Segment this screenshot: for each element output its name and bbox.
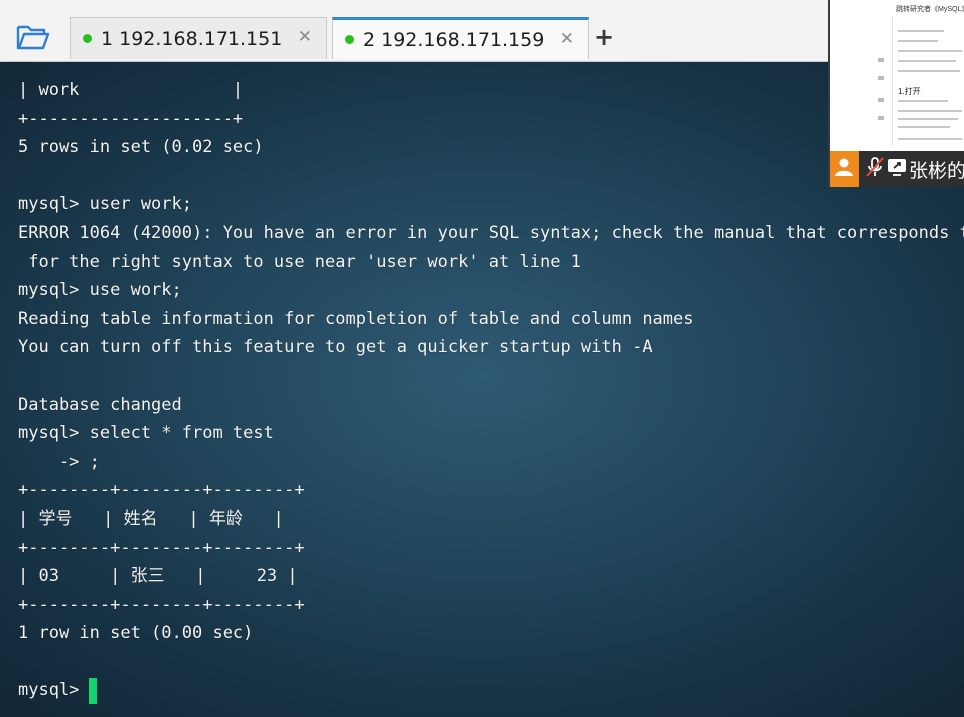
shared-doc-sidebar-mark	[878, 116, 884, 120]
terminal-line: 5 rows in set (0.02 sec)	[18, 137, 264, 158]
shared-doc-text	[898, 60, 956, 62]
close-tab-icon[interactable]: ✕	[560, 29, 574, 49]
terminal-prompt-line[interactable]: mysql>	[18, 676, 964, 705]
meeting-controls-bar: 张彬的	[830, 151, 964, 187]
meeting-overlay[interactable]: 跳转研究者《MySQL》 1.打开 张彬的	[828, 0, 964, 187]
terminal-line: +--------+--------+--------+	[18, 537, 305, 558]
terminal-lines: | work | +--------------------+ 5 rows i…	[18, 76, 964, 705]
terminal-line: -> ;	[18, 451, 100, 472]
presenter-name: 张彬的	[908, 159, 964, 182]
shared-doc-sidebar-mark	[878, 58, 884, 62]
connected-status-icon	[83, 34, 92, 43]
open-folder-button[interactable]	[14, 22, 52, 56]
shared-doc-text	[898, 100, 948, 102]
tab-session-2[interactable]: 2 192.168.171.159 ✕	[332, 17, 589, 59]
terminal-line: +--------------------+	[18, 108, 244, 129]
terminal-line: +--------+--------+--------+	[18, 594, 305, 615]
user-icon	[834, 157, 854, 182]
terminal-line: ERROR 1064 (42000): You have an error in…	[18, 222, 964, 243]
shared-doc-text	[898, 30, 944, 32]
terminal-line: | 03 | 张三 | 23 |	[18, 566, 298, 587]
terminal-line: 1 row in set (0.00 sec)	[18, 623, 254, 644]
close-tab-icon[interactable]: ✕	[298, 27, 312, 47]
terminal-line: Reading table information for completion…	[18, 308, 694, 329]
microphone-muted-icon	[865, 156, 885, 183]
tab-label: 1 192.168.171.151	[101, 27, 283, 50]
screen-share-icon	[887, 158, 907, 181]
shared-doc-text	[898, 40, 938, 42]
shared-doc-text	[898, 138, 962, 140]
shared-doc-text	[898, 126, 950, 128]
shared-doc-text	[898, 118, 958, 120]
terminal-line: Database changed	[18, 394, 182, 415]
mute-microphone-button[interactable]	[865, 151, 885, 187]
terminal-line: | 学号 | 姓名 | 年龄 |	[18, 508, 284, 529]
shared-doc-sidebar-mark	[878, 98, 884, 102]
terminal-line: mysql> select * from test	[18, 423, 274, 444]
terminal-line: | work |	[18, 80, 244, 100]
tab-label: 2 192.168.171.159	[363, 28, 545, 51]
shared-doc-text	[898, 70, 960, 72]
terminal-line: mysql> user work;	[18, 194, 192, 215]
terminal-line: for the right syntax to use near 'user w…	[18, 251, 581, 272]
shared-doc-title: 跳转研究者《MySQL》	[896, 6, 964, 13]
screen-share-button[interactable]	[887, 151, 907, 187]
shared-doc-heading: 1.打开	[898, 87, 921, 96]
terminal-line: +--------+--------+--------+	[18, 480, 305, 501]
shared-doc-sidebar-mark	[878, 76, 884, 80]
terminal-line: You can turn off this feature to get a q…	[18, 337, 653, 358]
terminal-output[interactable]: | work | +--------------------+ 5 rows i…	[0, 62, 964, 717]
add-tab-button[interactable]: +	[594, 24, 614, 50]
terminal-line: mysql> use work;	[18, 280, 182, 301]
tab-bar: 1 192.168.171.151 ✕ 2 192.168.171.159 ✕ …	[0, 0, 964, 62]
shared-doc-divider	[892, 16, 893, 146]
participant-button[interactable]	[830, 151, 859, 187]
mysql-prompt: mysql>	[18, 680, 80, 701]
shared-doc-text	[898, 50, 962, 52]
connected-status-icon	[345, 35, 354, 44]
tab-session-1[interactable]: 1 192.168.171.151 ✕	[70, 17, 327, 59]
folder-icon	[16, 23, 50, 56]
shared-doc-text	[898, 110, 962, 112]
plus-icon: +	[594, 23, 615, 51]
text-cursor	[89, 677, 98, 704]
